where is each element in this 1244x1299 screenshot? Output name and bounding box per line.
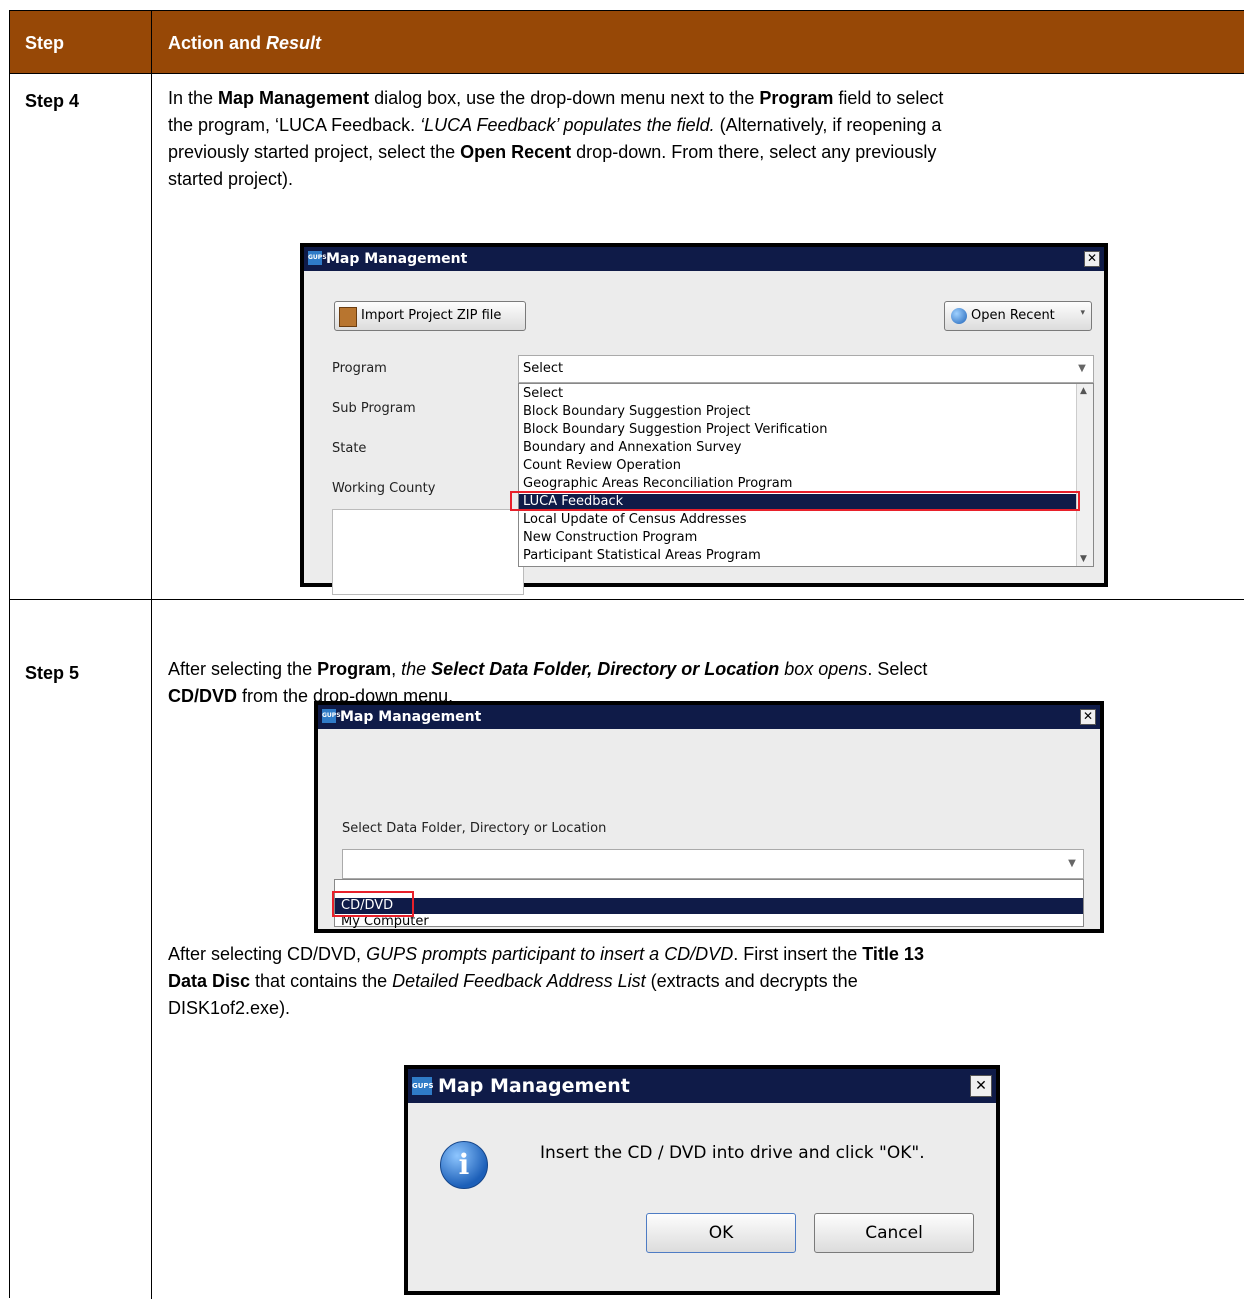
dialog-title: Map Management (438, 1075, 630, 1097)
t: After selecting the (168, 659, 318, 679)
t: that contains the (250, 971, 393, 991)
list-item[interactable]: Count Review Operation (523, 458, 681, 474)
t: Title 13 (862, 944, 924, 964)
open-recent-button[interactable]: Open Recent ▾ (944, 301, 1092, 331)
highlight-box (332, 891, 414, 917)
t: After selecting CD/DVD, (168, 944, 367, 964)
county-list-area[interactable] (332, 509, 524, 595)
close-icon[interactable]: ✕ (1084, 251, 1100, 267)
program-label: Program (332, 361, 387, 376)
t: Open Recent (460, 142, 572, 162)
header-result-text: Result (266, 33, 322, 53)
gups-icon: GUPS (412, 1077, 434, 1095)
program-select[interactable]: Select ▼ (518, 355, 1094, 383)
row-divider (10, 599, 1244, 600)
t: Program (317, 659, 392, 679)
import-button-label: Import Project ZIP file (361, 308, 502, 323)
column-divider (151, 11, 152, 1299)
chevron-down-icon[interactable]: ▼ (1061, 850, 1083, 878)
map-management-dialog-location: GUPS Map Management ✕ Select Data Folder… (314, 701, 1104, 933)
t: box opens (779, 659, 868, 679)
t: started project). (168, 169, 294, 189)
location-dropdown-list: CD/DVD My Computer (334, 879, 1084, 929)
step-4-text: In the Map Management dialog box, use th… (168, 85, 1228, 193)
cancel-button[interactable]: Cancel (814, 1213, 974, 1253)
t: previously started project, select the (168, 142, 461, 162)
t: the program, ‘LUCA Feedback. (168, 115, 421, 135)
globe-icon (951, 308, 967, 324)
t: CD/DVD (168, 686, 238, 706)
location-label: Select Data Folder, Directory or Locatio… (342, 821, 607, 836)
list-item[interactable]: Boundary and Annexation Survey (523, 440, 741, 456)
header-action-text: Action and (168, 33, 261, 53)
dialog-titlebar: GUPS Map Management ✕ (304, 247, 1104, 271)
gups-icon: GUPS (322, 709, 341, 723)
step-5-text-2: After selecting CD/DVD, GUPS prompts par… (168, 941, 1228, 1022)
t: . First insert the (733, 944, 863, 964)
t: (Alternatively, if reopening a (714, 115, 942, 135)
t: In the (168, 88, 219, 108)
gups-icon: GUPS (308, 251, 327, 265)
program-dropdown-list: Select Block Boundary Suggestion Project… (518, 383, 1094, 567)
table-header: Step Action and Result (10, 11, 1244, 74)
highlight-box (510, 491, 1080, 511)
scrollbar[interactable]: ▲ ▼ (1076, 384, 1093, 566)
t: . Select (867, 659, 928, 679)
t: , (391, 659, 402, 679)
list-item[interactable]: Block Boundary Suggestion Project Verifi… (523, 422, 827, 438)
t: Program (759, 88, 834, 108)
list-item[interactable]: Block Boundary Suggestion Project (523, 404, 750, 420)
instruction-table: Step Action and Result Step 4 In the Map… (9, 10, 1244, 1299)
close-icon[interactable]: ✕ (970, 1075, 992, 1097)
t: (extracts and decrypts the (645, 971, 858, 991)
insert-disc-dialog: GUPS Map Management ✕ i Insert the CD / … (404, 1065, 1000, 1295)
list-item[interactable]: New Construction Program (523, 530, 697, 546)
header-action: Action and Result (168, 33, 321, 54)
sub-program-label: Sub Program (332, 401, 416, 416)
dialog-title: Map Management (326, 251, 468, 267)
open-recent-label: Open Recent (971, 308, 1055, 323)
t: Map Management (218, 88, 370, 108)
scroll-down-icon[interactable]: ▼ (1080, 554, 1087, 564)
location-select[interactable]: ▼ (342, 849, 1084, 879)
t: dialog box, use the drop-down menu next … (369, 88, 760, 108)
list-item[interactable]: Select (523, 386, 563, 402)
dialog-title: Map Management (340, 709, 482, 725)
t: field to select (833, 88, 944, 108)
t: drop-down. From there, select any previo… (571, 142, 937, 162)
state-label: State (332, 441, 367, 456)
t: Detailed Feedback Address List (392, 971, 646, 991)
t: ‘LUCA Feedback’ populates the field. (420, 115, 715, 135)
list-item-selected[interactable]: CD/DVD (335, 898, 1083, 914)
zip-icon (339, 307, 357, 327)
t: GUPS prompts participant to insert a CD/… (366, 944, 734, 964)
working-county-label: Working County (332, 481, 436, 496)
t: the (401, 659, 432, 679)
list-item[interactable]: Participant Statistical Areas Program (523, 548, 761, 564)
ok-button[interactable]: OK (646, 1213, 796, 1253)
dialog-titlebar: GUPS Map Management ✕ (408, 1069, 996, 1103)
program-select-value: Select (523, 361, 564, 376)
info-icon: i (440, 1141, 488, 1189)
dialog-titlebar: GUPS Map Management ✕ (318, 705, 1100, 729)
step-5-label: Step 5 (25, 663, 80, 683)
list-item[interactable]: Geographic Areas Reconciliation Program (523, 476, 792, 492)
header-step: Step (25, 33, 65, 53)
scroll-up-icon[interactable]: ▲ (1080, 386, 1087, 396)
step-4-label: Step 4 (25, 91, 80, 111)
t: DISK1of2.exe). (168, 998, 291, 1018)
map-management-dialog-program: GUPS Map Management ✕ Import Project ZIP… (300, 243, 1108, 595)
chevron-down-icon[interactable]: ▼ (1071, 356, 1093, 382)
t: Select Data Folder, Directory or Locatio… (431, 659, 780, 679)
chevron-down-icon: ▾ (1080, 308, 1085, 318)
import-project-zip-button[interactable]: Import Project ZIP file (334, 301, 526, 331)
list-item[interactable]: Local Update of Census Addresses (523, 512, 746, 528)
close-icon[interactable]: ✕ (1080, 709, 1096, 725)
dialog-message: Insert the CD / DVD into drive and click… (540, 1143, 925, 1163)
t: Data Disc (168, 971, 251, 991)
